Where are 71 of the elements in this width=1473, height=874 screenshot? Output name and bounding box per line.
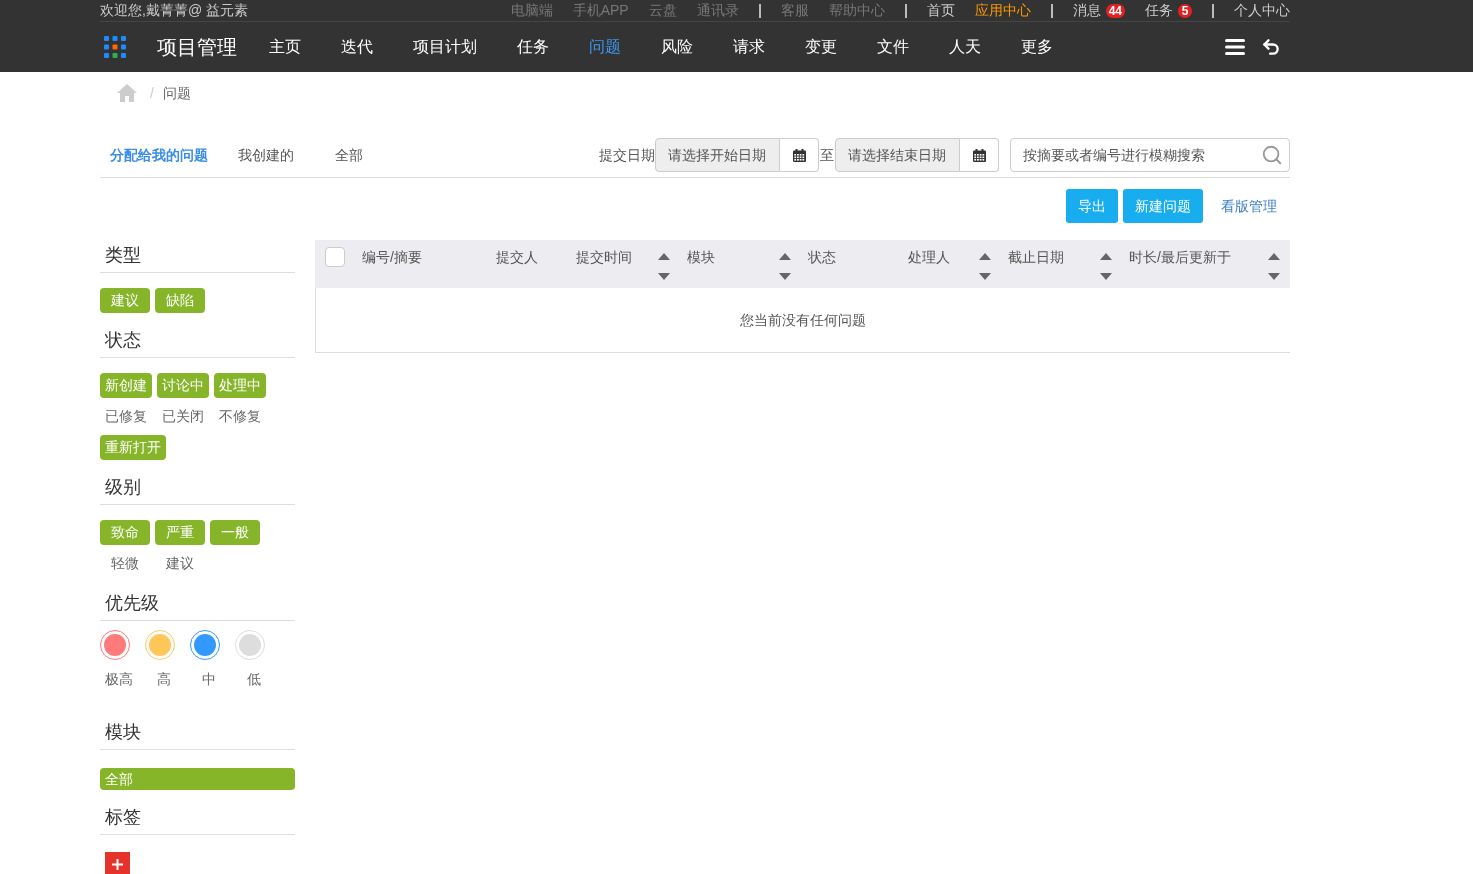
menu-icon[interactable] [1225, 39, 1245, 55]
nav-item[interactable]: 迭代 [341, 35, 373, 59]
section-heading: 标签 [100, 802, 295, 835]
section-heading: 优先级 [100, 588, 295, 621]
kanban-link[interactable]: 看版管理 [1208, 195, 1290, 217]
column-header: 处理人 [908, 248, 950, 267]
date-label: 提交日期 [599, 145, 655, 165]
date-field[interactable]: 请选择开始日期 [655, 138, 780, 172]
nav-item[interactable]: 风险 [661, 35, 693, 59]
select-all-checkbox[interactable] [325, 247, 345, 267]
column-header: 时长/最后更新于 [1129, 248, 1231, 267]
date-field[interactable]: 请选择结束日期 [835, 138, 960, 172]
section-heading: 状态 [100, 325, 295, 358]
priority-label: 极高 [104, 670, 134, 688]
filter-tab[interactable]: 我创建的 [228, 144, 325, 166]
column-header: 提交时间 [576, 248, 632, 267]
section-heading: 模块 [100, 717, 295, 750]
filter-tag[interactable]: 已关闭 [157, 404, 209, 429]
breadcrumb-current: 问题 [162, 83, 191, 103]
nav-item[interactable]: 问题 [589, 35, 621, 59]
column-header: 编号/摘要 [362, 248, 422, 267]
search-icon[interactable] [1261, 144, 1283, 166]
count-badge: 44 [1105, 3, 1125, 18]
plus-icon [112, 859, 123, 870]
top-link[interactable]: 个人中心 [1234, 0, 1290, 21]
priority-label: 中 [201, 670, 217, 688]
app-title: 项目管理 [157, 35, 237, 60]
top-link[interactable]: 任务 [1145, 0, 1173, 21]
nav-item[interactable]: 人天 [949, 35, 981, 59]
sort-icon[interactable] [1100, 253, 1112, 280]
filter-tag[interactable]: 不修复 [214, 404, 266, 429]
top-link[interactable]: 消息 [1072, 0, 1101, 21]
column-header: 截止日期 [1008, 248, 1064, 267]
nav-item[interactable]: 项目计划 [413, 35, 477, 59]
top-link[interactable]: 应用中心 [974, 0, 1031, 21]
filter-tag[interactable]: 轻微 [100, 551, 150, 576]
top-link[interactable]: 首页 [926, 0, 955, 21]
calendar-button[interactable] [780, 138, 819, 172]
calendar-button[interactable] [960, 138, 999, 172]
section-heading: 级别 [100, 472, 295, 505]
priority-label: 高 [156, 670, 172, 688]
section-heading: 类型 [100, 240, 295, 273]
column-header: 提交人 [496, 248, 538, 267]
filter-tab[interactable]: 分配给我的问题 [100, 144, 228, 166]
filter-tag[interactable]: 已修复 [100, 404, 152, 429]
calendar-icon [792, 148, 806, 162]
empty-message: 您当前没有任何问题 [740, 310, 866, 330]
range-separator: 至 [819, 145, 835, 165]
app-grid-icon[interactable] [104, 36, 126, 58]
filter-tag[interactable]: 建议 [155, 551, 205, 576]
nav-item[interactable]: 文件 [877, 35, 909, 59]
column-header: 状态 [808, 248, 836, 267]
welcome-text: 欢迎您,戴菁菁@ 益元素 [100, 1, 248, 20]
sort-icon[interactable] [979, 253, 991, 280]
filter-tab[interactable]: 全部 [325, 144, 422, 166]
sort-icon[interactable] [1268, 253, 1280, 280]
add-tag-button[interactable] [105, 852, 130, 874]
sort-icon[interactable] [779, 253, 791, 280]
nav-item[interactable]: 变更 [805, 35, 837, 59]
nav-item[interactable]: 主页 [269, 35, 301, 59]
search-field[interactable]: 按摘要或者编号进行模糊搜索 [1010, 138, 1290, 172]
column-header: 模块 [687, 248, 715, 267]
count-badge: 5 [1178, 3, 1192, 18]
nav-item[interactable]: 请求 [733, 35, 765, 59]
nav-item[interactable]: 更多 [1021, 35, 1053, 59]
undo-icon[interactable] [1261, 37, 1281, 57]
nav-item[interactable]: 任务 [517, 35, 549, 59]
calendar-icon [972, 148, 986, 162]
priority-label: 低 [246, 670, 262, 688]
sort-icon[interactable] [658, 253, 670, 280]
breadcrumb-separator: / [150, 83, 154, 103]
